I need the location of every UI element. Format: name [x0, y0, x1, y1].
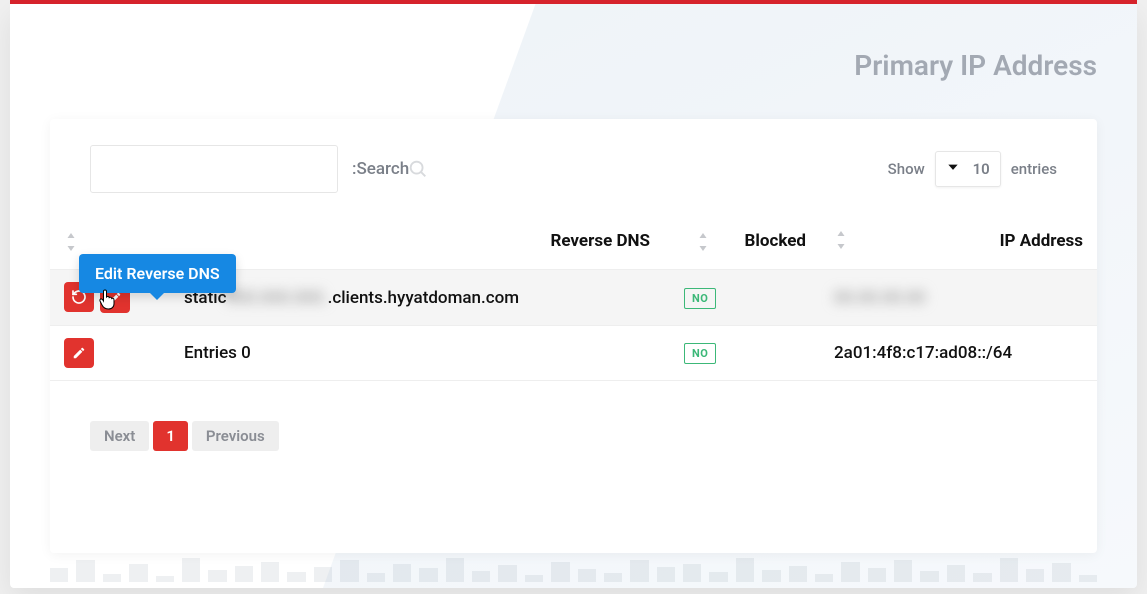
col-rdns-label: Reverse DNS: [550, 231, 650, 251]
rdns-hidden: 000.000.000.: [226, 288, 327, 308]
sort-icon[interactable]: [834, 231, 848, 249]
blocked-cell: NO: [670, 270, 820, 326]
decorative-bars: [50, 552, 1097, 582]
search-label: :Search: [352, 158, 429, 180]
entries-group: Show 10 entries: [888, 151, 1057, 187]
edit-rdns-button[interactable]: [64, 338, 94, 368]
table-wrapper: Reverse DNS Blocked IP Add: [50, 213, 1097, 381]
col-blocked-label: Blocked: [745, 231, 806, 251]
top-red-bar: [10, 0, 1137, 4]
page-title: Primary IP Address: [854, 49, 1097, 82]
entries-select[interactable]: 10: [935, 151, 1001, 187]
search-group: :Search: [90, 145, 429, 193]
rdns-cell: static000.000.000..clients.hyyatdoman.co…: [170, 270, 670, 326]
pagination: Next 1 Previous: [50, 381, 1097, 481]
col-rdns[interactable]: Reverse DNS: [170, 213, 670, 270]
col-blocked[interactable]: Blocked: [670, 213, 820, 270]
search-label-text: :Search: [352, 159, 409, 179]
ip-hidden: 00.00.00.00: [834, 288, 925, 308]
previous-button[interactable]: Previous: [192, 421, 279, 451]
blocked-badge: NO: [684, 288, 716, 309]
caret-down-icon: [946, 160, 960, 178]
actions-cell: [50, 326, 170, 381]
col-ip-label: IP Address: [1000, 231, 1083, 251]
entries-value: 10: [973, 160, 990, 178]
next-button[interactable]: Next: [90, 421, 149, 451]
rdns-suffix: .clients.hyyatdoman.com: [328, 288, 519, 308]
table-row: Entries 0 NO 2a01:4f8:c17:ad08::/64: [50, 326, 1097, 381]
main-card: Primary IP Address Edit Reverse DNS :Sea…: [10, 4, 1137, 588]
entries-label: entries: [1011, 160, 1057, 178]
rdns-cell: Entries 0: [170, 326, 670, 381]
controls-row: :Search Show 10 entr: [50, 119, 1097, 213]
col-ip[interactable]: IP Address: [820, 213, 1097, 270]
sort-icon[interactable]: [696, 233, 710, 251]
blocked-cell: NO: [670, 326, 820, 381]
ip-table: Reverse DNS Blocked IP Add: [50, 213, 1097, 381]
search-icon: [407, 158, 429, 180]
content-card: Edit Reverse DNS :Search Show: [50, 119, 1097, 553]
edit-rdns-tooltip: Edit Reverse DNS: [79, 254, 236, 293]
show-label: Show: [888, 160, 925, 178]
blocked-badge: NO: [684, 343, 716, 364]
ip-cell: 00.00.00.00: [820, 270, 1097, 326]
search-input[interactable]: [90, 145, 338, 193]
sort-icon[interactable]: [64, 233, 78, 251]
ip-cell: 2a01:4f8:c17:ad08::/64: [820, 326, 1097, 381]
page-1-button[interactable]: 1: [153, 421, 188, 451]
